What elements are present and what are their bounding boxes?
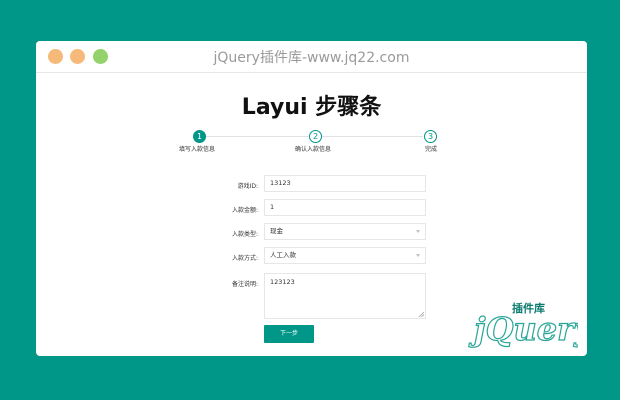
resize-grip-icon[interactable] <box>418 311 424 317</box>
note-textarea[interactable]: 123123 <box>264 273 426 319</box>
page-title: Layui 步骤条 <box>241 95 382 120</box>
window-titlebar: jQuery插件库-www.jq22.com <box>36 41 587 73</box>
chevron-down-icon[interactable] <box>416 254 420 257</box>
type-select[interactable]: 现金 <box>264 223 426 240</box>
window-title: jQuery插件库-www.jq22.com <box>213 50 410 66</box>
game-id-input[interactable]: 13123 <box>264 175 426 192</box>
chevron-down-icon[interactable] <box>416 230 420 233</box>
type-select-value: 现金 <box>270 227 283 235</box>
logo-text: jQuery <box>468 310 578 348</box>
step-1-circle: 1 <box>193 130 206 143</box>
logo-sub: 插件库 <box>512 301 545 315</box>
method-select[interactable]: 人工入款 <box>264 247 426 264</box>
note-label: 备注说明: <box>231 281 258 288</box>
step-2-circle: 2 <box>309 130 322 143</box>
step-bar: 1 2 3 填写入款信息 确认入款信息 完成 <box>179 130 442 160</box>
note-value: 123123 <box>270 278 295 286</box>
amount-input[interactable]: 1 <box>264 199 426 216</box>
method-select-value: 人工入款 <box>270 251 296 259</box>
amount-label: 入款金额: <box>231 207 258 214</box>
game-id-label: 游戏ID: <box>237 183 258 190</box>
step-3-label: 完成 <box>425 146 438 153</box>
step-1-label: 填写入款信息 <box>179 146 216 153</box>
type-label: 入款类型: <box>231 231 258 238</box>
jquery-logo: jQuery 插件库 <box>468 301 578 349</box>
step-connector <box>322 136 423 137</box>
method-label: 入款方式: <box>231 255 258 262</box>
step-2-label: 确认入款信息 <box>295 146 332 153</box>
step-connector <box>206 136 308 137</box>
next-step-button[interactable]: 下一步 <box>264 325 314 343</box>
step-3-circle: 3 <box>424 130 437 143</box>
